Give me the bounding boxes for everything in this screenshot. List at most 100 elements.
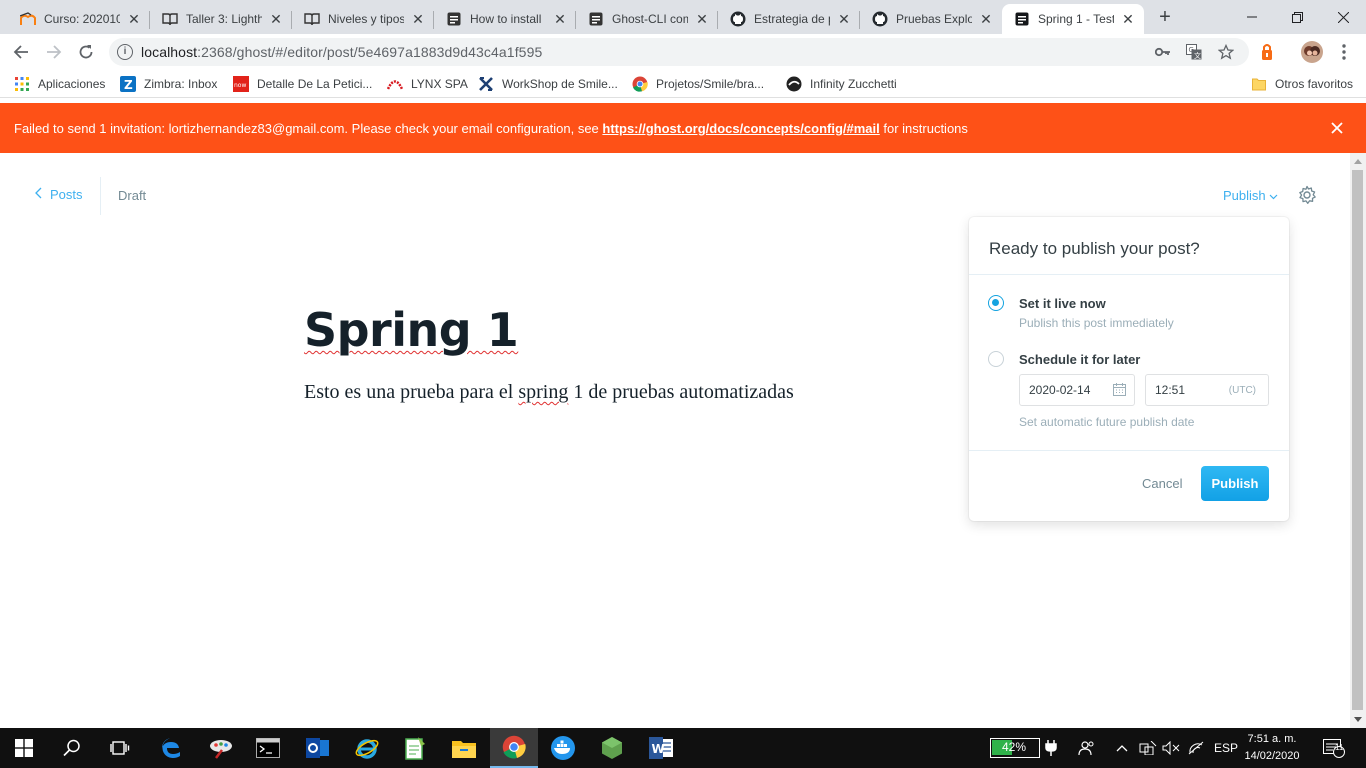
edge-icon[interactable] [148, 728, 196, 768]
tab-title: Spring 1 - Test [1038, 12, 1114, 26]
taskbar-clock[interactable]: 7:51 a. m. 14/02/2020 [1240, 731, 1304, 765]
extension-icon[interactable] [1253, 38, 1281, 66]
tab-spring-1[interactable]: Spring 1 - Test ✕ [1002, 4, 1144, 34]
svg-text:文: 文 [1194, 51, 1201, 60]
windows-taskbar: W 42% ESP 7:51 a. m. 14/02/2020 11 [0, 728, 1366, 768]
cancel-button[interactable]: Cancel [1142, 476, 1182, 491]
tab-taller[interactable]: Taller 3: Lighth ✕ [150, 4, 292, 34]
network-icon[interactable] [1139, 728, 1157, 768]
scroll-up-arrow[interactable] [1354, 159, 1362, 164]
tab-how-to-install[interactable]: How to install ✕ [434, 4, 576, 34]
tab-curso[interactable]: Curso: 202010 ✕ [8, 4, 150, 34]
close-icon[interactable]: ✕ [126, 11, 142, 27]
close-icon[interactable]: ✕ [1120, 11, 1136, 27]
scroll-down-arrow[interactable] [1354, 717, 1362, 722]
windows-start-icon[interactable] [0, 728, 48, 768]
avatar[interactable] [1298, 38, 1326, 66]
back-button[interactable] [7, 38, 35, 66]
close-icon[interactable]: ✕ [268, 11, 284, 27]
chrome-taskbar-icon[interactable] [490, 728, 538, 768]
bookmark-apps[interactable]: Aplicaciones [14, 76, 105, 92]
restore-button[interactable] [1274, 0, 1320, 34]
post-status: Draft [118, 188, 147, 203]
wifi-icon[interactable] [1188, 728, 1204, 768]
page-scrollbar[interactable] [1350, 153, 1366, 728]
app-icon-paint[interactable] [197, 728, 245, 768]
minimize-button[interactable] [1229, 0, 1275, 34]
schedule-date-input[interactable]: 2020-02-14 [1019, 374, 1135, 406]
reload-button[interactable] [72, 38, 100, 66]
alert-link[interactable]: https://ghost.org/docs/concepts/config/#… [602, 121, 879, 136]
close-icon[interactable]: ✕ [978, 11, 994, 27]
alert-banner: Failed to send 1 invitation: lortizherna… [0, 103, 1366, 153]
bookmark-star-icon[interactable] [1218, 44, 1234, 60]
language-indicator[interactable]: ESP [1214, 728, 1238, 768]
close-icon[interactable]: ✕ [694, 11, 710, 27]
search-icon[interactable] [48, 728, 96, 768]
info-icon[interactable]: i [117, 44, 133, 60]
schedule-time-input[interactable]: 12:51 (UTC) [1145, 374, 1269, 406]
notification-count: 11 [1335, 743, 1344, 752]
close-icon[interactable]: ✕ [410, 11, 426, 27]
word-icon[interactable]: W [637, 728, 685, 768]
doc-icon [446, 11, 462, 27]
close-icon[interactable] [1328, 119, 1346, 137]
github-icon [730, 11, 746, 27]
tab-title: Pruebas Explor [896, 12, 972, 26]
bookmark-infinity[interactable]: Infinity Zucchetti [786, 76, 897, 92]
file-explorer-icon[interactable] [440, 728, 488, 768]
address-bar[interactable]: i localhost:2368/ghost/#/editor/post/5e4… [109, 38, 1249, 66]
close-icon[interactable]: ✕ [552, 11, 568, 27]
schedule-radio[interactable] [988, 351, 1004, 367]
publish-dropdown-trigger[interactable]: Publish [1223, 188, 1278, 203]
gear-icon[interactable] [1297, 185, 1317, 205]
tab-estrategia[interactable]: Estrategia de p ✕ [718, 4, 860, 34]
docker-icon[interactable] [539, 728, 587, 768]
battery-indicator[interactable]: 42% [990, 738, 1040, 758]
window-close-button[interactable] [1320, 0, 1366, 34]
browser-menu-icon[interactable] [1330, 38, 1358, 66]
nodejs-icon[interactable] [588, 728, 636, 768]
people-icon[interactable] [1078, 728, 1094, 768]
bookmark-zimbra[interactable]: Z Zimbra: Inbox [120, 76, 217, 92]
tab-niveles[interactable]: Niveles y tipos ✕ [292, 4, 434, 34]
internet-explorer-icon[interactable] [343, 728, 391, 768]
publish-now-radio[interactable] [988, 295, 1004, 311]
chevron-left-icon [34, 187, 42, 202]
notifications-icon[interactable]: 11 [1323, 728, 1345, 768]
back-to-posts-link[interactable]: Posts [34, 187, 83, 202]
bookmark-other-folder[interactable]: Otros favoritos [1251, 76, 1353, 92]
tab-pruebas[interactable]: Pruebas Explor ✕ [860, 4, 1002, 34]
publish-button[interactable]: Publish [1201, 466, 1269, 501]
plug-icon[interactable] [1045, 728, 1057, 768]
outlook-icon[interactable] [294, 728, 342, 768]
translate-icon[interactable]: G文 [1186, 44, 1202, 60]
bookmark-projetos[interactable]: Projetos/Smile/bra... [632, 76, 764, 92]
close-icon[interactable]: ✕ [836, 11, 852, 27]
notepad-plus-icon[interactable] [391, 728, 439, 768]
post-title[interactable]: Spring 1 [304, 303, 519, 357]
publish-now-title[interactable]: Set it live now [1019, 296, 1106, 311]
new-tab-button[interactable]: + [1152, 6, 1178, 30]
schedule-title[interactable]: Schedule it for later [1019, 352, 1140, 367]
editor-area: Posts Draft Publish Spring 1 Esto es una… [0, 153, 1350, 728]
zimbra-icon: Z [120, 76, 136, 92]
bookmarks-bar: Aplicaciones Z Zimbra: Inbox now Detalle… [0, 70, 1366, 98]
bookmark-detalle[interactable]: now Detalle De La Petici... [233, 76, 372, 92]
chevron-up-icon[interactable] [1116, 728, 1128, 768]
calendar-icon[interactable] [1113, 383, 1126, 396]
forward-button[interactable] [40, 38, 68, 66]
volume-muted-icon[interactable] [1162, 728, 1180, 768]
bookmark-lynx[interactable]: LYNX SPA [387, 76, 468, 92]
post-body[interactable]: Esto es una prueba para el spring 1 de p… [304, 381, 794, 404]
task-view-icon[interactable] [96, 728, 144, 768]
key-icon[interactable] [1155, 44, 1171, 60]
bookmark-workshop[interactable]: WorkShop de Smile... [478, 76, 618, 92]
tab-title: Niveles y tipos [328, 12, 404, 26]
time-value: 12:51 [1155, 383, 1186, 397]
svg-text:now: now [234, 82, 246, 89]
terminal-icon[interactable] [244, 728, 292, 768]
tab-ghost-cli[interactable]: Ghost-CLI com ✕ [576, 4, 718, 34]
svg-text:W: W [652, 742, 665, 756]
scrollbar-thumb[interactable] [1352, 170, 1363, 710]
